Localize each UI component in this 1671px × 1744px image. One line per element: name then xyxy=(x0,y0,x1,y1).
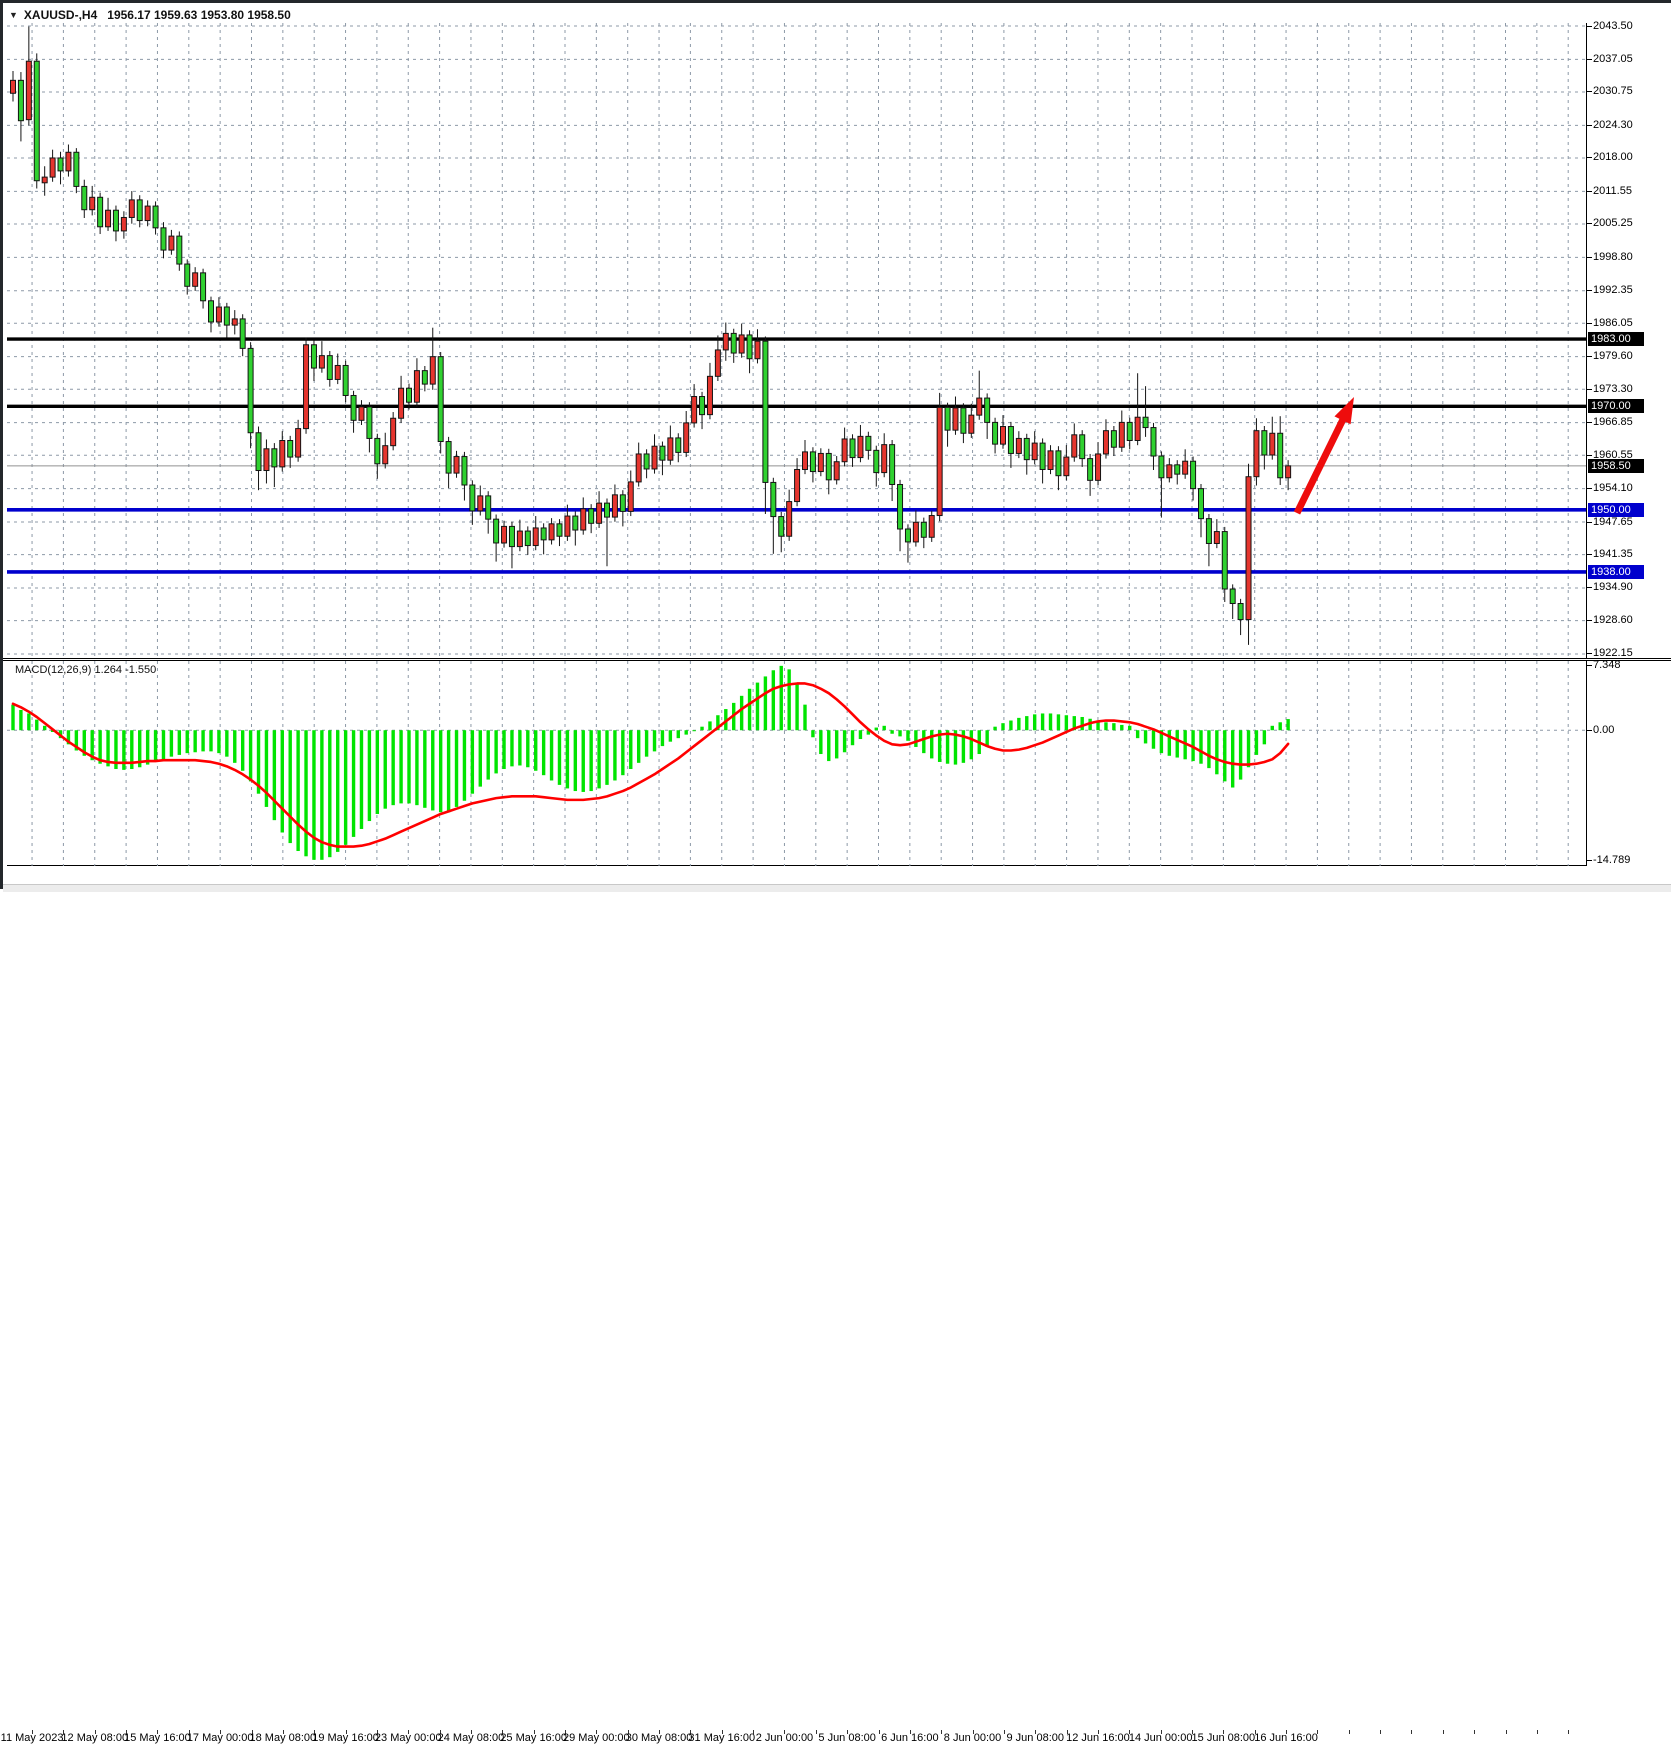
macd-axis-tick xyxy=(1587,860,1592,861)
price-axis-tick xyxy=(1587,26,1592,27)
candlestick-series[interactable] xyxy=(11,27,1291,645)
time-axis-label: 17 May 00:00 xyxy=(187,1732,254,1744)
time-axis-tick xyxy=(1380,1730,1381,1734)
chart-window: { "window": { "dropdown_icon": "\u25bc",… xyxy=(0,0,1671,889)
chart-frame: ▼ XAUUSD-,H4 1956.17 1959.63 1953.80 195… xyxy=(0,0,1671,889)
time-axis-label: 30 May 08:00 xyxy=(626,1732,693,1744)
price-axis-tick xyxy=(1587,323,1592,324)
time-axis-label: 2 Jun 00:00 xyxy=(756,1732,814,1744)
time-axis-label: 5 Jun 08:00 xyxy=(818,1732,876,1744)
price-axis-label: 2030.75 xyxy=(1593,85,1633,98)
macd-axis-label: 0.00 xyxy=(1593,724,1614,737)
time-axis-label: 31 May 16:00 xyxy=(688,1732,755,1744)
time-axis-tick xyxy=(1506,1730,1507,1734)
price-axis-tick xyxy=(1587,587,1592,588)
price-axis-tick xyxy=(1587,59,1592,60)
price-axis-label: 1992.35 xyxy=(1593,284,1633,297)
chart-title-symbol: XAUUSD-,H4 xyxy=(24,8,97,22)
time-axis[interactable]: 11 May 202312 May 08:0015 May 16:0017 Ma… xyxy=(3,866,1671,884)
price-level-badge: 1938.00 xyxy=(1588,565,1644,579)
macd-axis-tick xyxy=(1587,730,1592,731)
price-axis-label: 2005.25 xyxy=(1593,217,1633,230)
price-axis-tick xyxy=(1587,290,1592,291)
price-axis-tick xyxy=(1587,522,1592,523)
time-axis-label: 23 May 00:00 xyxy=(375,1732,442,1744)
time-axis-label: 6 Jun 16:00 xyxy=(881,1732,939,1744)
price-axis-label: 1986.05 xyxy=(1593,317,1633,330)
price-axis-tick xyxy=(1587,157,1592,158)
macd-label-values: 1.264 -1.550 xyxy=(94,664,156,676)
macd-axis-label: 7.348 xyxy=(1593,659,1621,672)
time-axis-label: 29 May 00:00 xyxy=(563,1732,630,1744)
price-axis-label: 2011.55 xyxy=(1593,185,1632,198)
candlestick-chart-svg[interactable] xyxy=(7,23,1586,658)
time-axis-tick xyxy=(1568,1730,1569,1734)
time-axis-label: 15 Jun 08:00 xyxy=(1192,1732,1256,1744)
price-axis-label: 1934.90 xyxy=(1593,581,1633,594)
price-axis-label: 2037.05 xyxy=(1593,53,1633,66)
time-axis-label: 12 Jun 16:00 xyxy=(1066,1732,1130,1744)
macd-signal-line xyxy=(13,683,1288,846)
price-axis-label: 2043.50 xyxy=(1593,20,1633,33)
time-axis-tick xyxy=(1474,1730,1475,1734)
time-axis-tick xyxy=(1004,1730,1005,1734)
chart-title-ohlc: 1956.17 1959.63 1953.80 1958.50 xyxy=(107,8,291,22)
time-axis-label: 8 Jun 00:00 xyxy=(944,1732,1002,1744)
time-axis-label: 11 May 2023 xyxy=(1,1732,64,1744)
bottom-strip xyxy=(3,884,1671,892)
main-chart-panel[interactable] xyxy=(7,23,1587,658)
time-axis-label: 14 Jun 00:00 xyxy=(1129,1732,1193,1744)
price-axis-tick xyxy=(1587,356,1592,357)
price-axis-label: 1998.80 xyxy=(1593,251,1633,264)
price-axis-tick xyxy=(1587,125,1592,126)
chart-title-bar: ▼ XAUUSD-,H4 1956.17 1959.63 1953.80 195… xyxy=(9,7,291,23)
price-axis-label: 1928.60 xyxy=(1593,614,1633,627)
price-axis-tick xyxy=(1587,653,1592,654)
time-axis-tick xyxy=(1537,1730,1538,1734)
price-axis-tick xyxy=(1587,620,1592,621)
price-axis-label: 1979.60 xyxy=(1593,350,1633,363)
price-axis-tick xyxy=(1587,91,1592,92)
time-axis-label: 9 Jun 08:00 xyxy=(1007,1732,1065,1744)
price-axis-tick xyxy=(1587,488,1592,489)
time-axis-tick xyxy=(879,1730,880,1734)
current-price-badge: 1958.50 xyxy=(1588,459,1644,473)
time-axis-label: 18 May 08:00 xyxy=(250,1732,317,1744)
time-axis-label: 15 May 16:00 xyxy=(124,1732,191,1744)
price-level-badge: 1983.00 xyxy=(1588,332,1644,346)
time-axis-label: 19 May 16:00 xyxy=(312,1732,379,1744)
price-axis-label: 1947.65 xyxy=(1593,516,1633,529)
macd-label-text: MACD(12,26,9) xyxy=(15,664,91,676)
price-axis-tick xyxy=(1587,422,1592,423)
price-axis-label: 1954.10 xyxy=(1593,482,1633,495)
macd-indicator-panel[interactable] xyxy=(7,661,1587,866)
macd-indicator-label: MACD(12,26,9) 1.264 -1.550 xyxy=(15,664,156,676)
time-axis-label: 24 May 08:00 xyxy=(438,1732,505,1744)
time-axis-tick xyxy=(816,1730,817,1734)
price-axis-tick xyxy=(1587,455,1592,456)
price-level-badge: 1970.00 xyxy=(1588,399,1644,413)
price-axis-label: 1966.85 xyxy=(1593,416,1633,429)
time-axis-tick xyxy=(941,1730,942,1734)
price-axis-tick xyxy=(1587,191,1592,192)
price-axis-label: 2018.00 xyxy=(1593,151,1633,164)
price-axis-tick xyxy=(1587,257,1592,258)
time-axis-tick xyxy=(1443,1730,1444,1734)
price-axis-label: 1973.30 xyxy=(1593,383,1633,396)
symbol-dropdown-icon[interactable]: ▼ xyxy=(9,10,18,20)
price-axis-tick xyxy=(1587,223,1592,224)
price-axis-tick xyxy=(1587,554,1592,555)
time-axis-label: 25 May 16:00 xyxy=(500,1732,567,1744)
price-axis-label: 1941.35 xyxy=(1593,548,1633,561)
time-axis-tick xyxy=(1411,1730,1412,1734)
price-level-badge: 1950.00 xyxy=(1588,503,1644,517)
macd-axis-tick xyxy=(1587,665,1592,666)
price-axis-tick xyxy=(1587,389,1592,390)
price-axis-label: 2024.30 xyxy=(1593,119,1633,132)
time-axis-label: 16 Jun 16:00 xyxy=(1254,1732,1318,1744)
time-axis-label: 12 May 08:00 xyxy=(61,1732,128,1744)
time-axis-tick xyxy=(1349,1730,1350,1734)
macd-chart-svg[interactable] xyxy=(7,661,1586,866)
